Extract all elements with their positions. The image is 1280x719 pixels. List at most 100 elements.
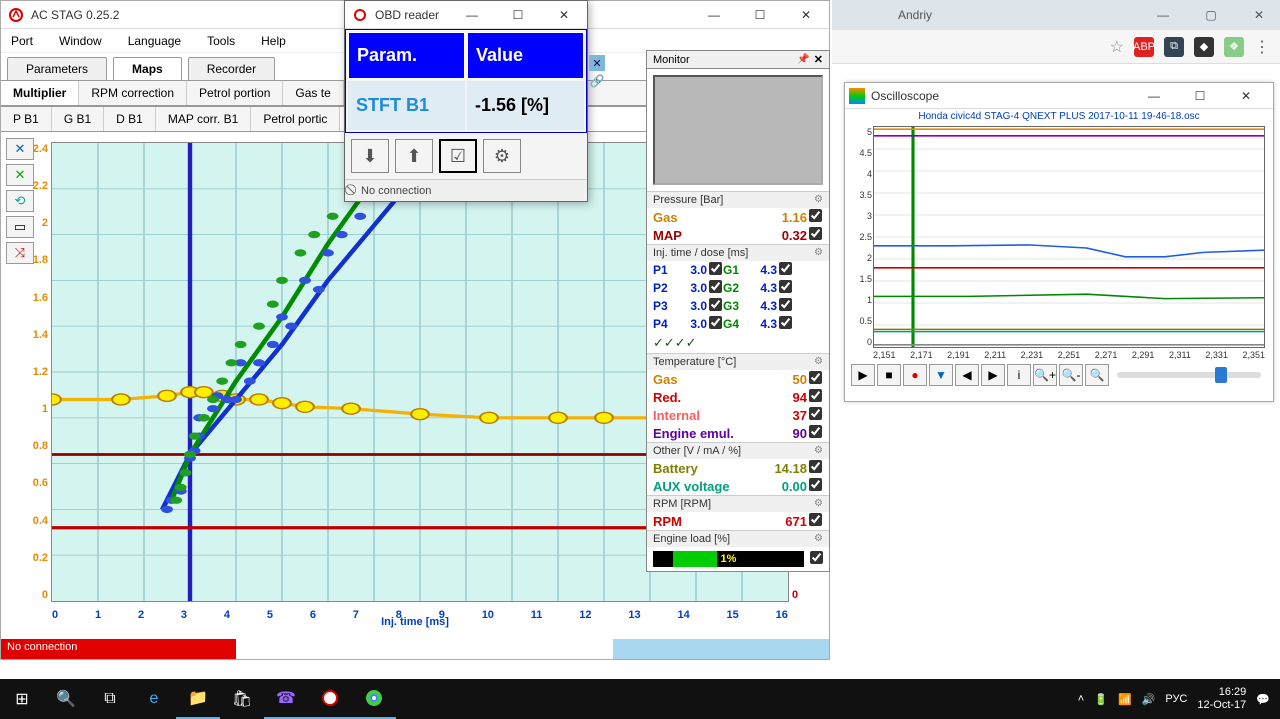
tray-lang[interactable]: РУС: [1165, 693, 1187, 705]
gear-icon[interactable]: ⚙: [814, 498, 823, 510]
tab-db1[interactable]: D B1: [104, 107, 156, 131]
star-icon[interactable]: ☆: [1110, 37, 1124, 57]
gear-icon[interactable]: ⚙: [814, 194, 823, 206]
close-button[interactable]: ✕: [783, 1, 829, 29]
tab-gb1[interactable]: G B1: [52, 107, 104, 131]
tab-parameters[interactable]: Parameters: [7, 57, 107, 80]
obd-th-param: Param.: [348, 32, 465, 79]
ext-icon-4[interactable]: ❖: [1224, 37, 1244, 57]
browser-tab-label[interactable]: Andriy: [898, 8, 932, 22]
monitor-close-icon[interactable]: ✕: [814, 53, 823, 66]
mon-checkbox[interactable]: [809, 478, 822, 491]
tab-recorder[interactable]: Recorder: [188, 57, 275, 80]
obd-up-button[interactable]: ⬆: [395, 139, 433, 173]
osc-zoomout-button[interactable]: 🔍-: [1059, 364, 1083, 386]
menu-language[interactable]: Language: [128, 34, 181, 48]
panel-link-icon[interactable]: 🔗: [589, 73, 605, 89]
viber-icon[interactable]: ☎: [264, 679, 308, 719]
inj-pv: 3.0: [677, 281, 707, 295]
explorer-icon[interactable]: 📁: [176, 679, 220, 719]
osc-record-button[interactable]: ●: [903, 364, 927, 386]
tray-up-icon[interactable]: ˄: [1078, 693, 1084, 705]
osc-stop-button[interactable]: ■: [877, 364, 901, 386]
obd-value: -1.56 [%]: [467, 81, 584, 130]
osc-close-button[interactable]: ✕: [1223, 82, 1269, 110]
gear-icon[interactable]: ⚙: [814, 533, 823, 545]
mon-checkbox[interactable]: [809, 425, 822, 438]
tab-gas-te[interactable]: Gas te: [283, 81, 343, 105]
mon-checkbox[interactable]: [809, 389, 822, 402]
gear-icon[interactable]: ⚙: [814, 445, 823, 457]
min-button[interactable]: ―: [691, 1, 737, 29]
inj-g-ck[interactable]: [779, 316, 792, 329]
store-icon[interactable]: 🛍: [220, 679, 264, 719]
osc-zoomin-button[interactable]: 🔍+: [1033, 364, 1057, 386]
max-button[interactable]: ☐: [737, 1, 783, 29]
osc-max-button[interactable]: ☐: [1177, 82, 1223, 110]
mon-checkbox[interactable]: [809, 227, 822, 240]
obd-close-button[interactable]: ✕: [541, 1, 587, 29]
tray-volume-icon[interactable]: 🔊: [1142, 693, 1156, 706]
obd-min-button[interactable]: ―: [449, 1, 495, 29]
tray-clock[interactable]: 16:29 12-Oct-17: [1197, 686, 1246, 712]
inj-p-ck[interactable]: [709, 280, 722, 293]
browser-max-button[interactable]: ▢: [1196, 4, 1226, 26]
osc-play-button[interactable]: ▶: [851, 364, 875, 386]
obd-down-button[interactable]: ⬇: [351, 139, 389, 173]
browser-min-button[interactable]: ―: [1148, 4, 1178, 26]
inj-g: G1: [723, 263, 747, 277]
mon-checkbox[interactable]: [809, 371, 822, 384]
osc-prev-button[interactable]: ◀: [955, 364, 979, 386]
ext-icon-3[interactable]: ◆: [1194, 37, 1214, 57]
obd-check-button[interactable]: ☑: [439, 139, 477, 173]
tray-notif-icon[interactable]: 💬: [1256, 693, 1270, 706]
tray-wifi-icon[interactable]: 📶: [1118, 693, 1132, 706]
obd-max-button[interactable]: ☐: [495, 1, 541, 29]
acstag-task-icon[interactable]: [308, 679, 352, 719]
inj-g-ck[interactable]: [779, 280, 792, 293]
menu-tools[interactable]: Tools: [207, 34, 235, 48]
start-button[interactable]: ⊞: [0, 679, 44, 719]
tab-petrol-portic[interactable]: Petrol portic: [251, 107, 340, 131]
search-button[interactable]: 🔍: [44, 679, 88, 719]
osc-min-button[interactable]: ―: [1131, 82, 1177, 110]
osc-save-button[interactable]: ▼: [929, 364, 953, 386]
abp-ext-icon[interactable]: ABP: [1134, 37, 1154, 57]
chrome-task-icon[interactable]: [352, 679, 396, 719]
tab-pb1[interactable]: P B1: [1, 107, 52, 131]
inj-p-ck[interactable]: [709, 298, 722, 311]
tab-rpm-correction[interactable]: RPM correction: [79, 81, 187, 105]
tab-multiplier[interactable]: Multiplier: [1, 81, 79, 105]
edge-icon[interactable]: e: [132, 679, 176, 719]
mon-checkbox[interactable]: [809, 460, 822, 473]
inj-p-ck[interactable]: [709, 316, 722, 329]
obd-gear-button[interactable]: ⚙: [483, 139, 521, 173]
mon-checkbox[interactable]: [809, 513, 822, 526]
menu-port[interactable]: Port: [11, 34, 33, 48]
inj-p-ck[interactable]: [709, 262, 722, 275]
ext-icon-2[interactable]: ⧉: [1164, 37, 1184, 57]
menu-window[interactable]: Window: [59, 34, 102, 48]
inj-g-ck[interactable]: [779, 262, 792, 275]
browser-close-button[interactable]: ✕: [1244, 4, 1274, 26]
chrome-menu-icon[interactable]: ⋮: [1254, 37, 1270, 57]
taskview-button[interactable]: ⧉: [88, 679, 132, 719]
load-checkbox[interactable]: [810, 551, 823, 564]
osc-slider[interactable]: [1117, 372, 1261, 378]
tab-petrol-portion[interactable]: Petrol portion: [187, 81, 283, 105]
osc-next-button[interactable]: ▶: [981, 364, 1005, 386]
tab-maps[interactable]: Maps: [113, 57, 182, 80]
tray-battery-icon[interactable]: 🔋: [1094, 693, 1108, 706]
gear-icon[interactable]: ⚙: [814, 356, 823, 368]
mon-checkbox[interactable]: [809, 209, 822, 222]
gear-icon[interactable]: ⚙: [814, 247, 823, 259]
pin-icon[interactable]: 📌: [797, 54, 809, 65]
osc-zoomfit-button[interactable]: 🔍: [1085, 364, 1109, 386]
tab-mapcorr-b1[interactable]: MAP corr. B1: [156, 107, 251, 131]
osc-info-button[interactable]: i: [1007, 364, 1031, 386]
panel-close-badge[interactable]: ✕: [589, 55, 605, 71]
mon-checkbox[interactable]: [809, 407, 822, 420]
inj-g-ck[interactable]: [779, 298, 792, 311]
menu-help[interactable]: Help: [261, 34, 286, 48]
osc-chart[interactable]: 54.543.532.521.510.50: [873, 126, 1265, 348]
